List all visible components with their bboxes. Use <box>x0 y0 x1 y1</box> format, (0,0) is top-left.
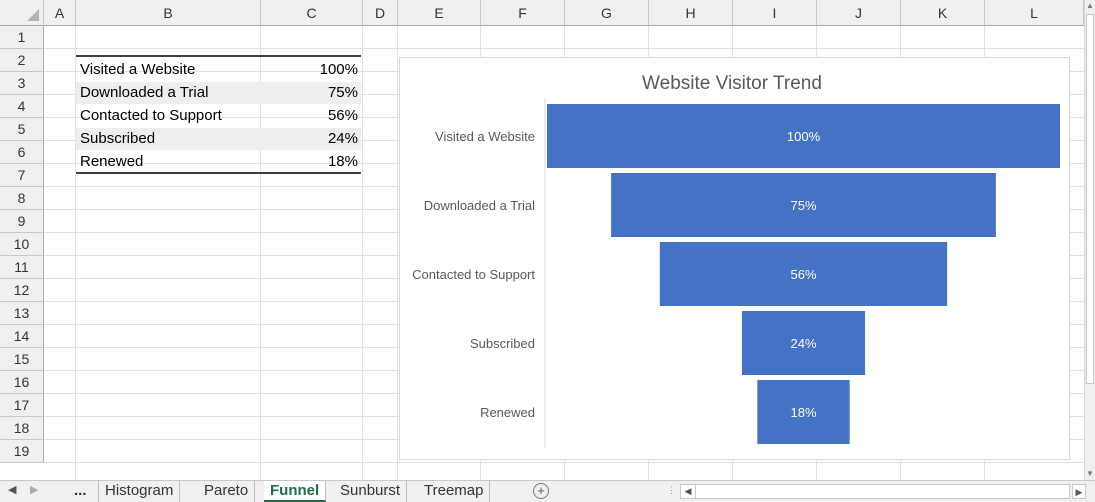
table-cell-value[interactable]: 18% <box>290 151 358 172</box>
column-header[interactable]: A <box>44 0 76 26</box>
chart-title: Website Visitor Trend <box>642 73 822 94</box>
select-all-corner[interactable] <box>0 0 44 26</box>
table-cell-label[interactable]: Visited a Website <box>80 59 195 80</box>
category-label: Subscribed <box>470 336 535 351</box>
worksheet-grid[interactable]: ABCDEFGHIJKL 1 2 3 4 5 6 7 8 9 10 11 12 13 14 15 16 17 18… <box>0 0 1084 480</box>
table-cell-value[interactable]: 56% <box>290 105 358 126</box>
table-cell-label[interactable]: Downloaded a Trial <box>80 82 208 103</box>
column-header[interactable]: D <box>363 0 398 26</box>
row-header[interactable]: 19 <box>0 440 44 463</box>
data-label: 75% <box>790 198 816 213</box>
scroll-thumb[interactable] <box>1086 14 1094 384</box>
tab-sunburst[interactable]: Sunburst <box>334 481 408 502</box>
column-header[interactable]: H <box>649 0 733 26</box>
tab-overflow[interactable]: ... <box>68 481 93 502</box>
chart-canvas: Website Visitor Trend 100% Visited a Websi… <box>412 73 1060 448</box>
plus-circle-icon[interactable]: + <box>533 483 549 499</box>
scroll-down-icon[interactable]: ▼ <box>1085 468 1095 480</box>
row-header[interactable]: 12 <box>0 279 44 302</box>
row-header[interactable]: 18 <box>0 417 44 440</box>
scroll-left-icon[interactable]: ◀ <box>681 485 696 498</box>
category-label: Contacted to Support <box>412 267 535 282</box>
table-top-border <box>76 55 361 57</box>
data-label: 18% <box>790 405 816 420</box>
tab-histogram[interactable]: Histogram <box>98 481 181 502</box>
row-header[interactable]: 7 <box>0 164 44 187</box>
row-header[interactable]: 16 <box>0 371 44 394</box>
row-header[interactable]: 15 <box>0 348 44 371</box>
table-cell-label[interactable]: Renewed <box>80 151 143 172</box>
scroll-right-icon[interactable]: ▶ <box>1072 484 1086 499</box>
column-header[interactable]: J <box>817 0 901 26</box>
split-handle-icon[interactable]: ⋮ <box>667 485 676 496</box>
tab-scroll-right-icon[interactable]: ▶ <box>30 483 38 496</box>
table-cell-value[interactable]: 75% <box>290 82 358 103</box>
row-header[interactable]: 9 <box>0 210 44 233</box>
horizontal-scrollbar[interactable]: ◀ <box>680 484 1070 499</box>
scroll-up-icon[interactable]: ▲ <box>1085 0 1095 12</box>
table-cell-label[interactable]: Subscribed <box>80 128 155 149</box>
data-label: 56% <box>790 267 816 282</box>
row-header[interactable]: 1 <box>0 26 44 49</box>
tab-pareto[interactable]: Pareto <box>198 481 256 502</box>
tab-scroll-left-icon[interactable]: ◀ <box>8 483 16 496</box>
row-header[interactable]: 17 <box>0 394 44 417</box>
row-header[interactable]: 6 <box>0 141 44 164</box>
row-header[interactable]: 10 <box>0 233 44 256</box>
row-header[interactable]: 5 <box>0 118 44 141</box>
column-header[interactable]: F <box>481 0 565 26</box>
column-header[interactable]: E <box>398 0 481 26</box>
row-header[interactable]: 3 <box>0 72 44 95</box>
column-gridline <box>362 26 363 480</box>
row-header[interactable]: 8 <box>0 187 44 210</box>
tab-funnel[interactable]: Funnel <box>264 481 327 502</box>
funnel-chart[interactable]: Website Visitor Trend 100% Visited a Websi… <box>399 57 1070 460</box>
row-header[interactable]: 13 <box>0 302 44 325</box>
sheet-tab-bar: ◀ ▶ ... Histogram Pareto Funnel Sunburst… <box>0 480 1095 502</box>
column-header[interactable]: B <box>76 0 261 26</box>
row-header[interactable]: 14 <box>0 325 44 348</box>
column-header[interactable]: C <box>261 0 363 26</box>
row-header[interactable]: 2 <box>0 49 44 72</box>
data-label: 100% <box>787 129 821 144</box>
vertical-scrollbar[interactable]: ▲ ▼ <box>1084 0 1095 480</box>
column-gridline <box>397 26 398 480</box>
data-label: 24% <box>790 336 816 351</box>
row-header[interactable]: 4 <box>0 95 44 118</box>
row-header[interactable]: 11 <box>0 256 44 279</box>
column-header[interactable]: G <box>565 0 649 26</box>
table-cell-label[interactable]: Contacted to Support <box>80 105 222 126</box>
table-bottom-border <box>76 172 361 174</box>
category-label: Visited a Website <box>435 129 535 144</box>
column-header[interactable]: K <box>901 0 985 26</box>
column-header[interactable]: I <box>733 0 817 26</box>
column-header[interactable]: L <box>985 0 1084 26</box>
table-cell-value[interactable]: 24% <box>290 128 358 149</box>
category-label: Renewed <box>480 405 535 420</box>
tab-treemap[interactable]: Treemap <box>418 481 491 502</box>
category-label: Downloaded a Trial <box>424 198 535 213</box>
table-cell-value[interactable]: 100% <box>290 59 358 80</box>
